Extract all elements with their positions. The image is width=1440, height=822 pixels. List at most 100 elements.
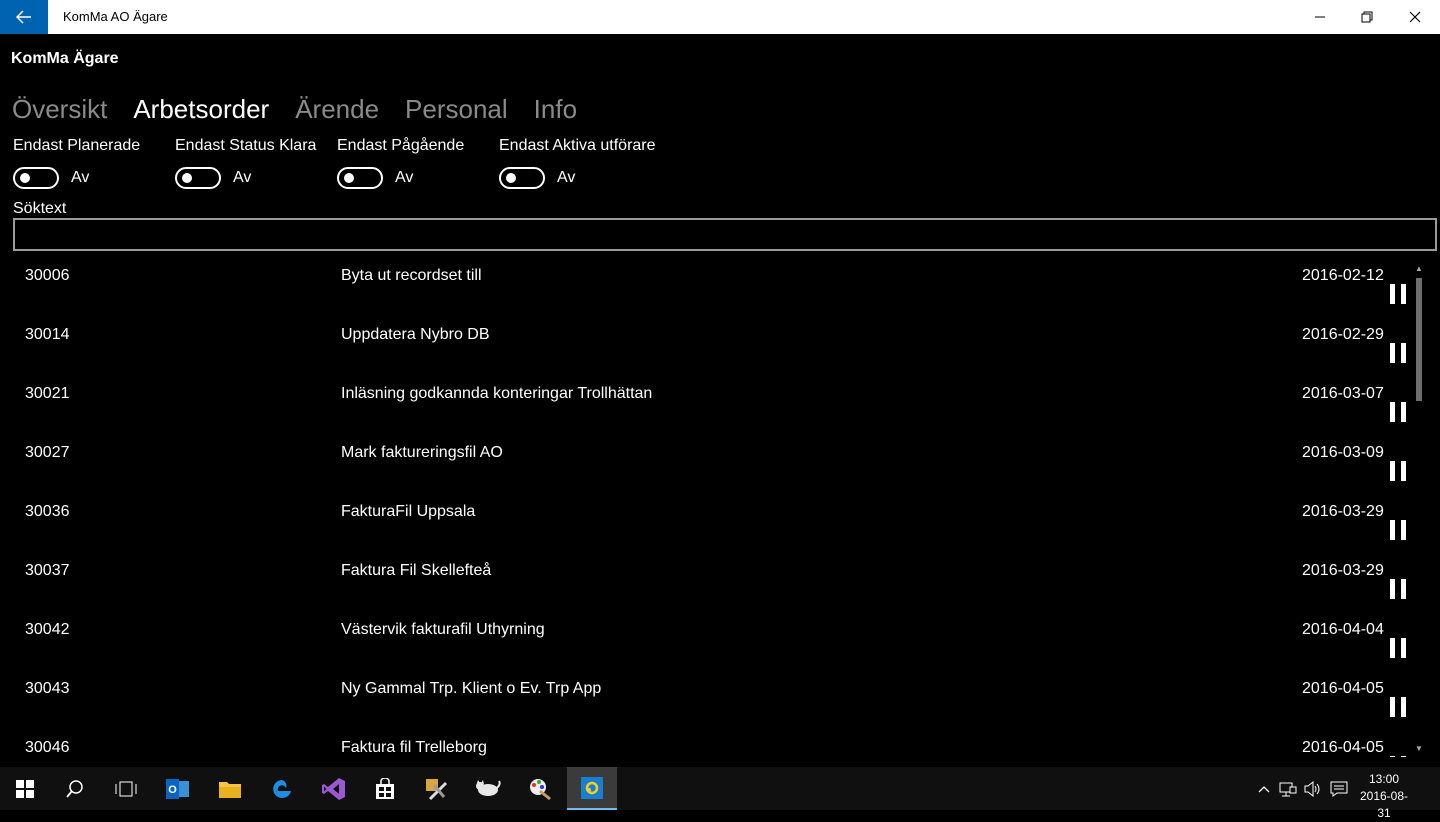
order-date: 2016-02-12	[1302, 267, 1384, 284]
taskbar-komma-app[interactable]	[567, 767, 617, 810]
cat-icon	[476, 779, 501, 796]
store-icon	[376, 777, 394, 799]
list-item[interactable]: 30006 Byta ut recordset till 2016-02-12	[0, 256, 1412, 315]
scroll-down-icon[interactable]: ▼	[1414, 744, 1424, 754]
paint-icon	[530, 778, 551, 800]
toggle-knob	[20, 173, 30, 183]
order-title: Inläsning godkannda konteringar Trollhät…	[341, 385, 653, 402]
order-date: 2016-02-29	[1302, 326, 1384, 343]
tab-info[interactable]: Info	[534, 94, 577, 125]
pause-icon[interactable]	[1388, 284, 1408, 304]
toggle-switch-aktiva-utforare[interactable]	[499, 167, 545, 189]
pause-icon[interactable]	[1388, 579, 1408, 599]
restore-icon	[1361, 11, 1373, 23]
svg-text:O: O	[168, 784, 177, 796]
order-id: 30037	[25, 562, 70, 579]
taskbar-app-paint[interactable]	[515, 767, 565, 810]
back-button[interactable]	[0, 0, 48, 34]
pause-icon[interactable]	[1388, 638, 1408, 658]
filter-aktiva-utforare: Endast Aktiva utförare Av	[499, 137, 656, 189]
filter-pagaende: Endast Pågående Av	[337, 137, 464, 189]
minimize-button[interactable]	[1297, 0, 1343, 34]
tab-oversikt[interactable]: Översikt	[12, 94, 107, 125]
pause-icon[interactable]	[1388, 402, 1408, 422]
order-date: 2016-03-07	[1302, 385, 1384, 402]
title-bar: KomMa AO Ägare	[0, 0, 1440, 34]
order-date: 2016-03-29	[1302, 503, 1384, 520]
clock-time: 13:00	[1368, 772, 1400, 786]
order-id: 30042	[25, 621, 70, 638]
list-item[interactable]: 30027 Mark faktureringsfil AO 2016-03-09	[0, 433, 1412, 492]
volume-icon[interactable]	[1303, 779, 1323, 799]
search-button[interactable]	[50, 767, 100, 810]
order-id: 30027	[25, 444, 70, 461]
order-date: 2016-03-09	[1302, 444, 1384, 461]
taskbar: O	[0, 767, 1440, 810]
pause-icon[interactable]	[1388, 697, 1408, 717]
scroll-thumb[interactable]	[1416, 278, 1422, 401]
clock-date: 2016-08-31	[1359, 789, 1409, 820]
list-item[interactable]: 30036 FakturaFil Uppsala 2016-03-29	[0, 492, 1412, 551]
toggle-knob	[344, 173, 354, 183]
list-item[interactable]: 30021 Inläsning godkannda konteringar Tr…	[0, 374, 1412, 433]
order-title: Byta ut recordset till	[341, 267, 482, 284]
taskbar-outlook[interactable]: O	[153, 767, 203, 810]
order-title: Västervik fakturafil Uthyrning	[341, 621, 545, 638]
taskbar-clock[interactable]: 13:00 2016-08-31	[1354, 771, 1414, 822]
toggle-label: Endast Status Klara	[175, 137, 317, 154]
task-view-button[interactable]	[101, 767, 151, 810]
action-center-icon[interactable]	[1329, 779, 1349, 799]
tools-icon	[426, 778, 448, 800]
toggle-switch-pagaende[interactable]	[337, 167, 383, 189]
order-date: 2016-04-05	[1302, 680, 1384, 697]
list-item[interactable]: 30046 Faktura fil Trelleborg 2016-04-05	[0, 728, 1412, 757]
taskbar-file-explorer[interactable]	[205, 767, 255, 810]
close-button[interactable]	[1392, 0, 1438, 34]
order-id: 30043	[25, 680, 70, 697]
order-date: 2016-03-29	[1302, 562, 1384, 579]
network-icon[interactable]	[1278, 779, 1298, 799]
taskbar-store[interactable]	[360, 767, 410, 810]
tab-personal[interactable]: Personal	[405, 94, 508, 125]
list-scrollbar[interactable]: ▲ ▼	[1414, 264, 1424, 756]
search-input[interactable]	[13, 218, 1437, 251]
order-id: 30006	[25, 267, 70, 284]
toggle-knob	[182, 173, 192, 183]
pause-icon[interactable]	[1388, 343, 1408, 363]
tab-arbetsorder[interactable]: Arbetsorder	[133, 94, 269, 125]
toggle-switch-status-klara[interactable]	[175, 167, 221, 189]
taskbar-visual-studio[interactable]	[309, 767, 359, 810]
pause-icon[interactable]	[1388, 756, 1408, 757]
pause-icon[interactable]	[1388, 461, 1408, 481]
order-id: 30021	[25, 385, 70, 402]
window-title: KomMa AO Ägare	[63, 9, 168, 24]
list-item[interactable]: 30043 Ny Gammal Trp. Klient o Ev. Trp Ap…	[0, 669, 1412, 728]
tab-arende[interactable]: Ärende	[295, 94, 379, 125]
list-item[interactable]: 30037 Faktura Fil Skellefteå 2016-03-29	[0, 551, 1412, 610]
back-arrow-icon	[16, 10, 31, 24]
list-item[interactable]: 30042 Västervik fakturafil Uthyrning 201…	[0, 610, 1412, 669]
toggle-state: Av	[557, 169, 576, 186]
order-title: Ny Gammal Trp. Klient o Ev. Trp App	[341, 680, 602, 697]
filter-status-klara: Endast Status Klara Av	[175, 137, 316, 189]
toggle-label: Endast Aktiva utförare	[499, 137, 656, 154]
tray-chevron-up-icon[interactable]	[1254, 779, 1274, 799]
start-button[interactable]	[0, 767, 50, 810]
restore-button[interactable]	[1344, 0, 1390, 34]
taskbar-edge[interactable]	[257, 767, 307, 810]
list-item[interactable]: 30014 Uppdatera Nybro DB 2016-02-29	[0, 315, 1412, 374]
toggle-state: Av	[71, 169, 90, 186]
edge-icon	[273, 779, 291, 798]
taskbar-tools[interactable]	[411, 767, 461, 810]
filter-planerade: Endast Planerade Av	[13, 137, 140, 189]
outlook-icon: O	[166, 778, 189, 799]
minimize-icon	[1315, 16, 1325, 18]
scroll-up-icon[interactable]: ▲	[1414, 264, 1424, 274]
order-title: Faktura Fil Skellefteå	[341, 562, 492, 579]
taskbar-app-cat[interactable]	[463, 767, 513, 810]
search-icon	[66, 779, 83, 798]
toggle-switch-planerade[interactable]	[13, 167, 59, 189]
order-title: Mark faktureringsfil AO	[341, 444, 503, 461]
pause-icon[interactable]	[1388, 520, 1408, 540]
folder-icon	[219, 781, 241, 798]
